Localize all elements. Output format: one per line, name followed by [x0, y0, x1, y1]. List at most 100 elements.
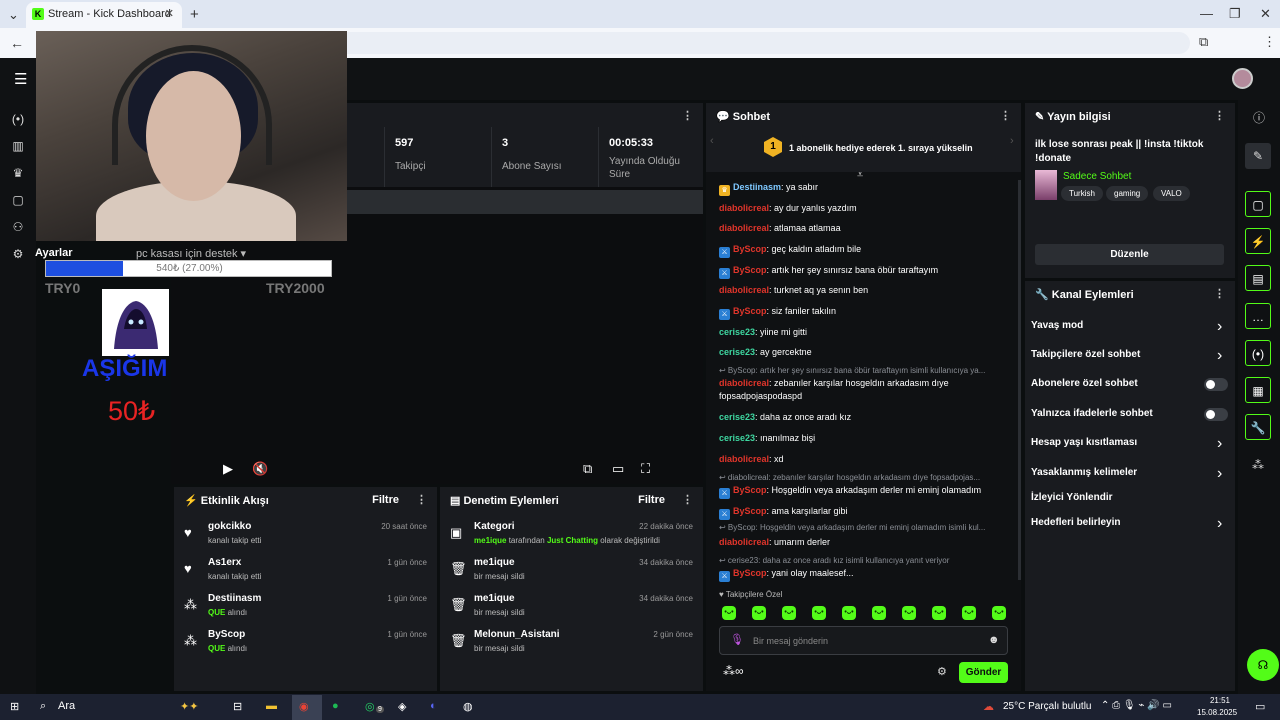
chevron-right-icon[interactable]: › — [1217, 318, 1222, 336]
app-icon[interactable]: ◈ — [398, 700, 406, 713]
weather-icon[interactable]: ☁ — [983, 700, 994, 713]
theater-mode-icon[interactable]: ▭ — [612, 461, 624, 477]
info-icon[interactable]: ⓘ — [1246, 105, 1272, 131]
chat-message[interactable]: ♛ Destiinasm: ya sabır — [719, 181, 1014, 196]
chat-message[interactable]: diabolicreal: umarım derler — [719, 536, 1014, 549]
chat-message[interactable]: ⚔ ByScop: ama karşılarlar gibi — [719, 505, 1014, 520]
activity-user[interactable]: ByScop — [208, 629, 245, 640]
channel-action-7[interactable]: Hedefleri belirleyin — [1031, 517, 1120, 528]
chat-message[interactable]: cerise23: yiine mi gitti — [719, 326, 1014, 339]
chat-username[interactable]: diabolicreal — [719, 223, 769, 233]
activity-user[interactable]: Destiinasm — [208, 593, 261, 604]
stream-tag[interactable]: VALO — [1153, 186, 1190, 201]
activity-filter-button[interactable]: Filtre — [372, 494, 399, 506]
action-toggle[interactable] — [1204, 408, 1228, 421]
chat-message[interactable]: ⚔ ByScop: yani olay maalesef... — [719, 567, 1014, 582]
emote-icon[interactable]: •ᴗ• — [902, 606, 916, 620]
emote-icon[interactable]: •ᴗ• — [962, 606, 976, 620]
layout-icon[interactable]: ▦ — [1245, 377, 1271, 403]
chat-username[interactable]: cerise23 — [719, 347, 755, 357]
minimize-icon[interactable]: — — [1200, 6, 1213, 21]
activity-item[interactable]: ♥ As1erx kanalı takip etti 1 gün önce — [174, 553, 437, 589]
chat-username[interactable]: ByScop — [733, 506, 767, 516]
chat-message[interactable]: diabolicreal: xd — [719, 453, 1014, 466]
category-name[interactable]: Sadece Sohbet — [1063, 171, 1131, 182]
file-explorer-icon[interactable]: ▬ — [266, 700, 277, 712]
emote-icon[interactable]: •ᴗ• — [932, 606, 946, 620]
chat-username[interactable]: cerise23 — [719, 433, 755, 443]
play-icon[interactable]: ▶ — [223, 461, 233, 477]
extensions-icon[interactable]: ⧉ — [1199, 34, 1208, 50]
taskbar-search-icon[interactable]: ⌕ — [40, 700, 46, 713]
activity-item[interactable]: ⁂ ByScop QUE alındı 1 gün önce — [174, 625, 437, 661]
activity-item[interactable]: ⁂ Destiinasm QUE alındı 1 gün önce — [174, 589, 437, 625]
channel-actions-menu-icon[interactable]: ⋮ — [1214, 287, 1225, 300]
notes-icon[interactable]: ▤ — [1245, 265, 1271, 291]
pip-icon[interactable]: ⧉ — [583, 461, 592, 477]
chat-username[interactable]: ByScop — [733, 485, 767, 495]
channel-action-0[interactable]: Yavaş mod — [1031, 320, 1083, 331]
back-icon[interactable]: ← — [10, 35, 24, 51]
chat-message[interactable]: cerise23: ay gercektne — [719, 346, 1014, 359]
stream-tag[interactable]: Turkish — [1061, 186, 1103, 201]
whatsapp-icon[interactable]: ◎ — [365, 700, 375, 713]
windows-start-icon[interactable]: ⊞ — [10, 700, 19, 713]
notifications-icon[interactable]: ▭ — [1255, 700, 1265, 713]
flash-tool-icon[interactable]: ⚡ — [1245, 228, 1271, 254]
activity-item[interactable]: ♥ gokcikko kanalı takip etti 20 saat önce — [174, 517, 437, 553]
chat-username[interactable]: ByScop — [733, 306, 767, 316]
analytics-icon[interactable]: ▥ — [5, 133, 31, 159]
menu-dots-icon[interactable]: ⋮ — [1263, 34, 1276, 50]
send-button[interactable]: Gönder — [959, 662, 1008, 683]
activity-user[interactable]: gokcikko — [208, 521, 251, 532]
reply-preview[interactable]: ↩ diabolicreal: zebanıler karşılar hosge… — [719, 473, 1009, 482]
moderation-filter-button[interactable]: Filtre — [638, 494, 665, 506]
settings-gear-icon[interactable]: ⚙ — [5, 241, 31, 267]
chevron-right-icon[interactable]: › — [1217, 435, 1222, 453]
emote-icon[interactable]: •ᴗ• — [872, 606, 886, 620]
broadcast-icon[interactable]: (•) — [1245, 340, 1271, 366]
chat-username[interactable]: ByScop — [733, 244, 767, 254]
stream-info-menu-icon[interactable]: ⋮ — [1214, 109, 1225, 122]
channel-action-2[interactable]: Abonelere özel sohbet — [1031, 378, 1138, 389]
moderation-menu-icon[interactable]: ⋮ — [682, 493, 693, 506]
emote-icon[interactable]: •ᴗ• — [992, 606, 1006, 620]
edit-button[interactable]: Düzenle — [1035, 244, 1224, 265]
wrench-tool-icon[interactable]: 🔧 — [1245, 414, 1271, 440]
stream-live-icon[interactable]: (•) — [5, 106, 31, 132]
screen-icon[interactable]: ▢ — [5, 187, 31, 213]
moderation-item[interactable]: 🗑 Melonun_Asistani bir mesajı sildi 2 gün ö… — [440, 625, 703, 661]
chat-message[interactable]: cerise23: ınanılmaz bişi — [719, 432, 1014, 445]
channel-action-3[interactable]: Yalnızca ifadelerle sohbet — [1031, 408, 1153, 419]
chat-username[interactable]: diabolicreal — [719, 537, 769, 547]
chat-tool-icon[interactable]: … — [1245, 303, 1271, 329]
chat-scrollbar[interactable] — [1018, 180, 1021, 580]
help-support-icon[interactable]: ☊ — [1247, 649, 1279, 681]
moderation-item[interactable]: 🗑 me1ique bir mesajı sildi 34 dakika önce — [440, 553, 703, 589]
activity-menu-icon[interactable]: ⋮ — [416, 493, 427, 506]
chevron-left-icon[interactable]: ‹ — [710, 135, 714, 147]
chat-username[interactable]: diabolicreal — [719, 378, 769, 388]
close-window-icon[interactable]: ✕ — [1260, 6, 1271, 22]
chat-message[interactable]: ⚔ ByScop: geç kaldın atladım bile — [719, 243, 1014, 258]
moderation-category[interactable]: Just Chatting — [547, 536, 598, 545]
edit-tool-icon[interactable]: ✎ — [1245, 143, 1271, 169]
reply-preview[interactable]: ↩ ByScop: artık her şey sınırsız bana öb… — [719, 366, 1009, 375]
chat-message[interactable]: diabolicreal: atlamaa atlamaa — [719, 222, 1014, 235]
stream-panel-menu-icon[interactable]: ⋮ — [682, 109, 693, 122]
spotify-icon[interactable]: ● — [332, 700, 339, 712]
action-toggle[interactable] — [1204, 378, 1228, 391]
clock-time[interactable]: 21:51 — [1206, 696, 1230, 705]
chat-username[interactable]: cerise23 — [719, 412, 755, 422]
emoji-icon[interactable]: ☻ — [988, 634, 1000, 646]
channel-action-4[interactable]: Hesap yaşı kısıtlaması — [1031, 437, 1137, 448]
chat-message[interactable]: diabolicreal: turknet aq ya senın ben — [719, 284, 1014, 297]
reply-preview[interactable]: ↩ ByScop: Hoşgeldin veya arkadaşım derle… — [719, 523, 1009, 532]
trophy-icon[interactable]: ♛ — [5, 160, 31, 186]
chat-username[interactable]: Destiinasm — [733, 182, 781, 192]
points-tool-icon[interactable]: ⁂ — [1245, 452, 1271, 478]
chat-input[interactable]: 🎙 Bir mesaj gönderin ☻ — [719, 626, 1008, 655]
emote-icon[interactable]: •ᴗ• — [842, 606, 856, 620]
chevron-right-icon[interactable]: › — [1217, 465, 1222, 483]
chat-username[interactable]: ByScop — [733, 568, 767, 578]
